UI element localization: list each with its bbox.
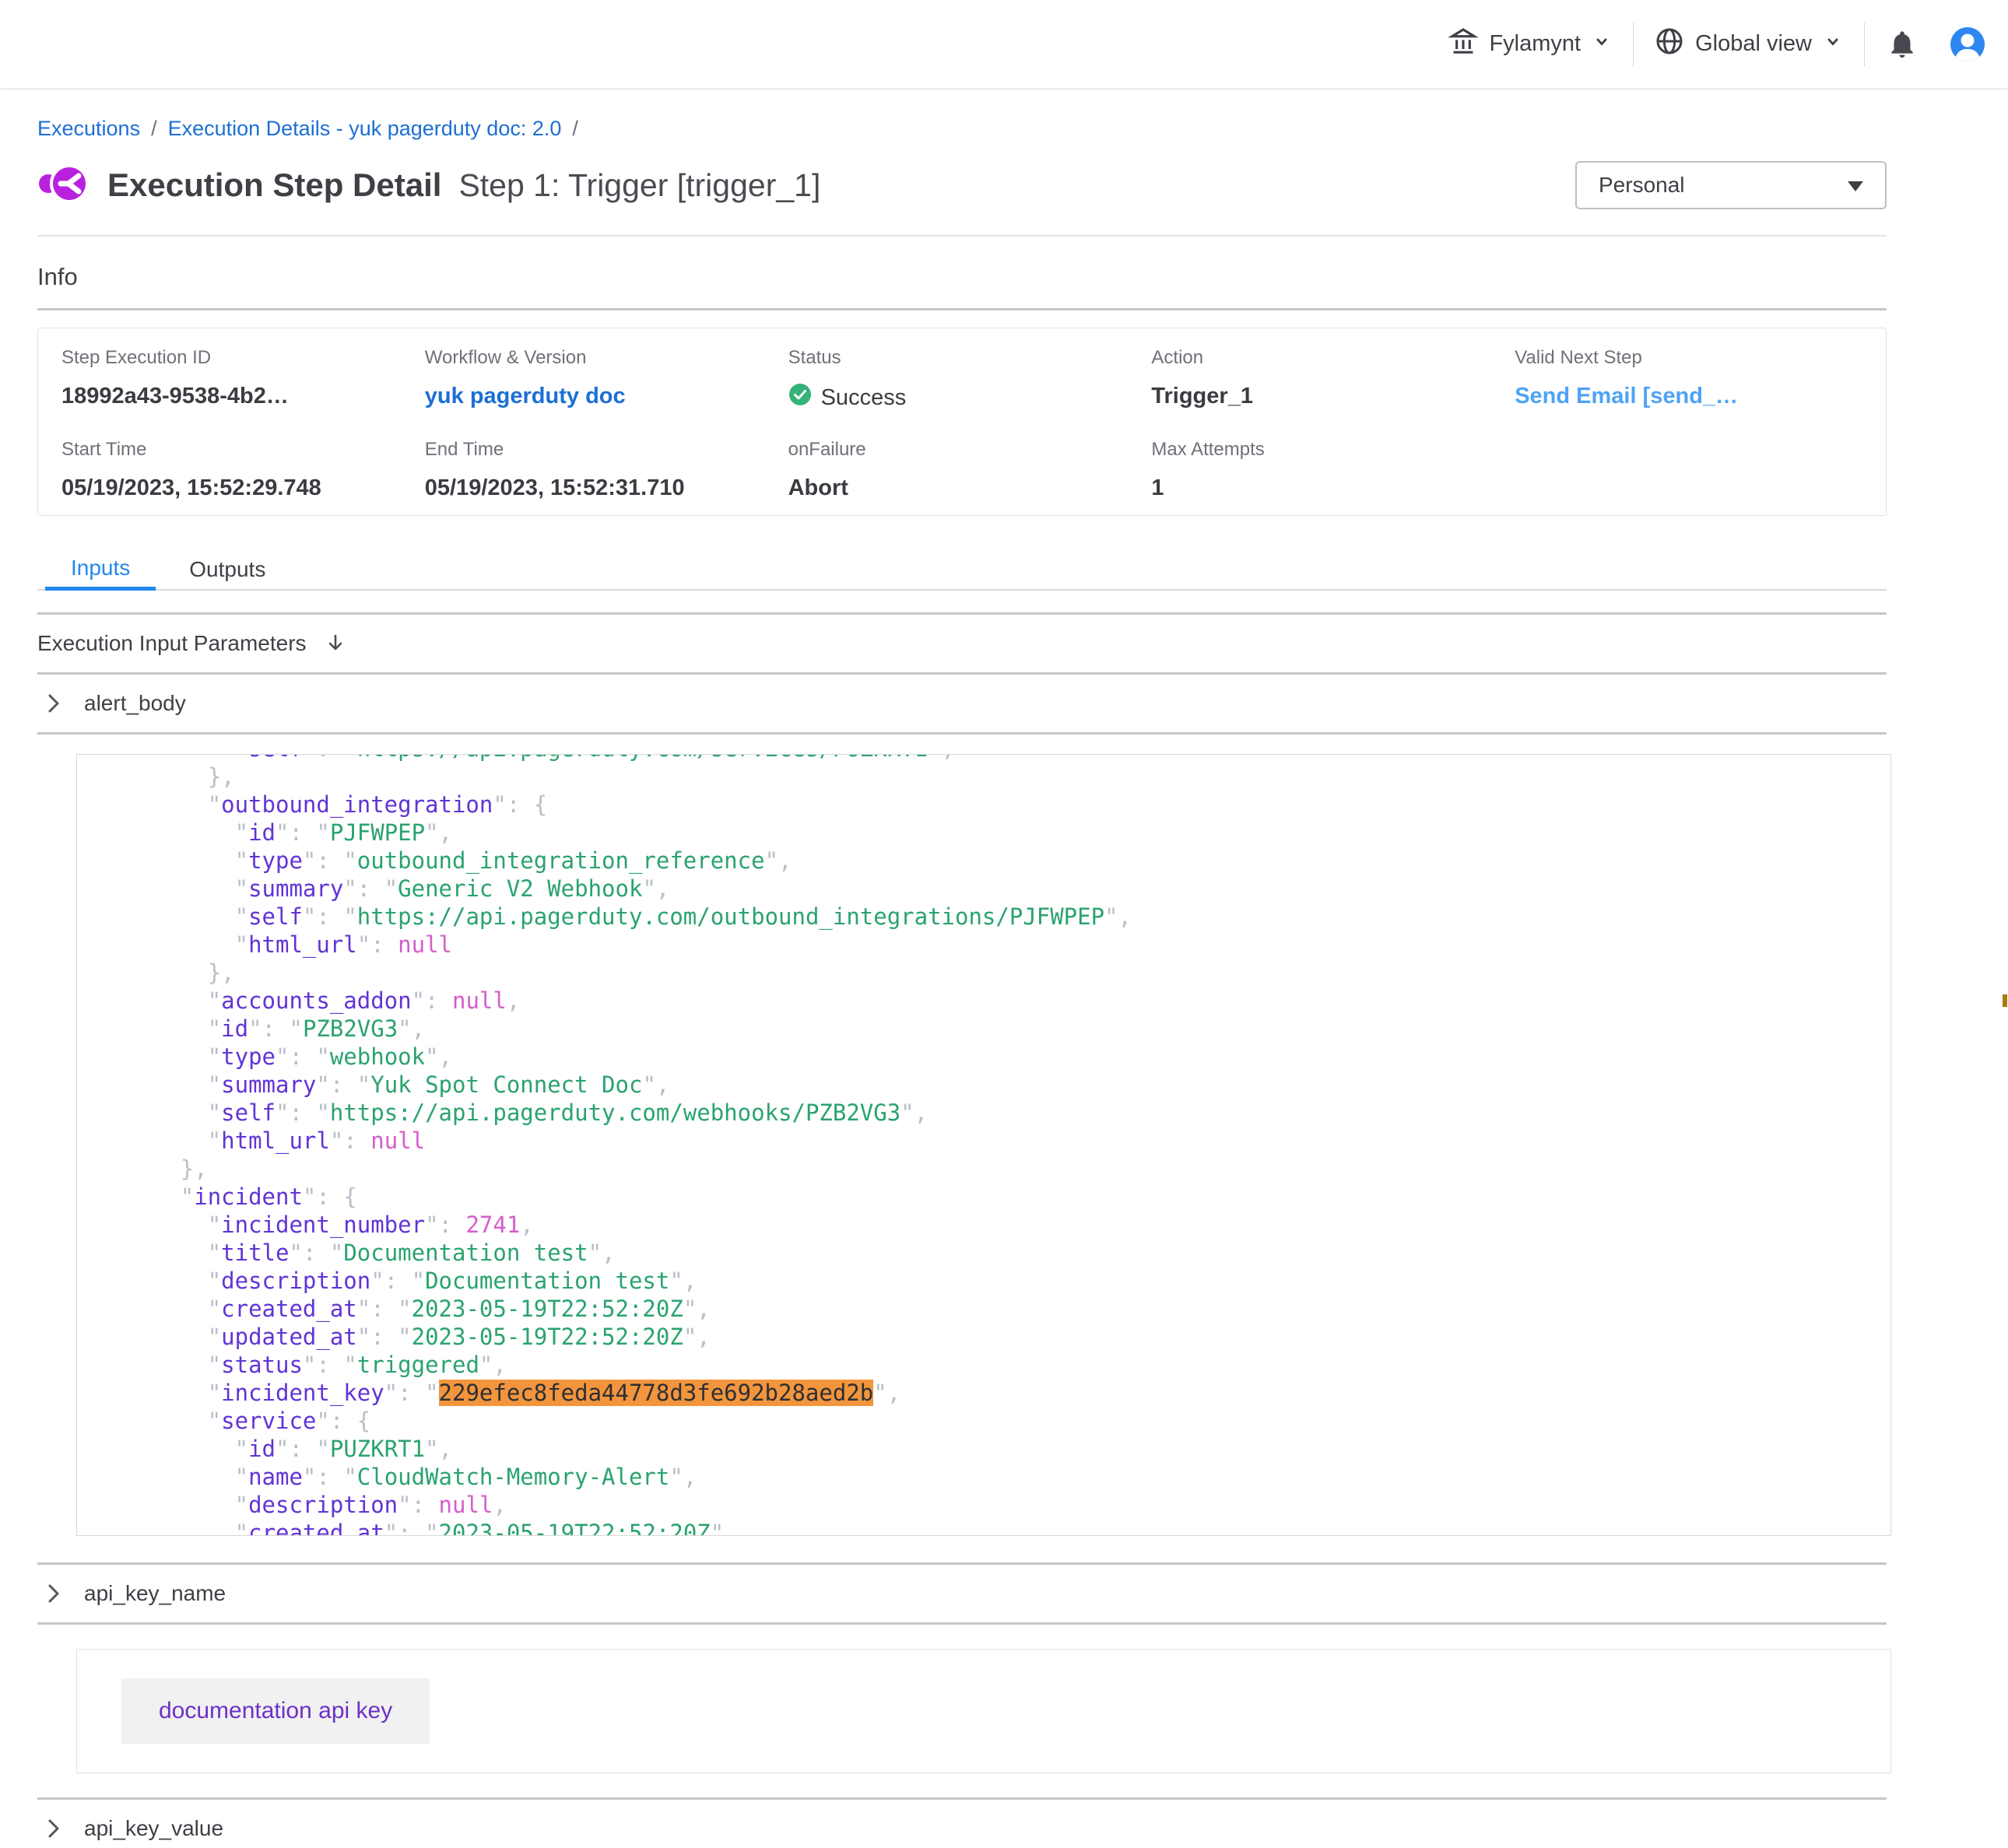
code-line: "html_url": null (99, 931, 1890, 959)
code-line: "self": "https://api.pagerduty.com/servi… (99, 754, 1890, 763)
code-line: "service": { (99, 1407, 1890, 1435)
code-line: "summary": "Generic V2 Webhook", (99, 875, 1890, 903)
code-line: "type": "outbound_integration_reference"… (99, 847, 1890, 875)
code-line: "updated_at": "2023-05-19T22:52:20Z", (99, 1323, 1890, 1351)
title-row: Execution Step Detail Step 1: Trigger [t… (37, 153, 1887, 218)
code-line: }, (99, 763, 1890, 791)
code-line: "title": "Documentation test", (99, 1239, 1890, 1267)
field-onfailure: onFailure Abort (788, 439, 1152, 501)
divider (37, 732, 1887, 735)
main-content: Executions / Execution Details - yuk pager… (37, 116, 1887, 1848)
api-key-name-chip: documentation api key (121, 1678, 430, 1744)
topbar: Fylamynt Global view (0, 0, 2008, 88)
topbar-divider (1633, 23, 1634, 66)
breadcrumb: Executions / Execution Details - yuk pager… (37, 116, 1887, 142)
workflow-link[interactable]: yuk pagerduty doc (425, 384, 626, 409)
code-line: "description": null, (99, 1491, 1890, 1519)
scrollbar-highlight-marker (2003, 994, 2007, 1007)
view-menu[interactable]: Global view (1654, 26, 1844, 63)
info-card: Step Execution ID 18992a43-9538-4b2… Wor… (37, 328, 1887, 516)
info-heading: Info (37, 263, 1887, 291)
globe-icon (1654, 26, 1685, 63)
code-line: "id": "PZB2VG3", (99, 1015, 1890, 1043)
breadcrumb-separator: / (572, 117, 578, 140)
bank-icon (1448, 26, 1479, 63)
api-key-name-value-panel: documentation api key (76, 1649, 1891, 1773)
success-check-icon (788, 383, 812, 412)
execution-input-parameters-header: Execution Input Parameters (37, 615, 1887, 672)
code-line: "accounts_addon": null, (99, 987, 1890, 1015)
scope-selector[interactable]: Personal (1575, 161, 1887, 209)
code-line: "incident": { (99, 1183, 1890, 1211)
field-workflow-version: Workflow & Version yuk pagerduty doc (425, 347, 788, 412)
breadcrumb-link-executions[interactable]: Executions (37, 117, 140, 140)
code-line: "self": "https://api.pagerduty.com/webho… (99, 1099, 1890, 1127)
org-menu[interactable]: Fylamynt (1448, 26, 1613, 63)
page-subtitle: Step 1: Trigger [trigger_1] (458, 167, 820, 204)
code-line: "html_url": null (99, 1127, 1890, 1155)
code-line: }, (99, 1155, 1890, 1183)
view-menu-label: Global view (1695, 31, 1812, 57)
chevron-right-icon (45, 1818, 62, 1839)
chevron-down-icon (1822, 30, 1844, 58)
scope-selector-value: Personal (1599, 173, 1685, 198)
download-icon[interactable] (324, 632, 347, 655)
section-api-key-name[interactable]: api_key_name (37, 1565, 1887, 1622)
chevron-right-icon (45, 1583, 62, 1604)
section-label: api_key_value (84, 1816, 223, 1841)
section-label: api_key_name (84, 1581, 226, 1606)
code-content: "self": "https://api.pagerduty.com/servi… (77, 754, 1890, 1536)
divider (37, 308, 1887, 310)
code-line: "summary": "Yuk Spot Connect Doc", (99, 1071, 1890, 1099)
tab-inputs[interactable]: Inputs (45, 549, 156, 591)
field-empty (1515, 439, 1878, 501)
chevron-right-icon (45, 693, 62, 714)
next-step-link[interactable]: Send Email [send_… (1515, 384, 1738, 409)
tab-bar: Inputs Outputs (37, 549, 1887, 591)
code-line: "created_at": "2023-05-19T22:52:20Z", (99, 1295, 1890, 1323)
code-line: "self": "https://api.pagerduty.com/outbo… (99, 903, 1890, 931)
page-title: Execution Step Detail (107, 167, 441, 204)
section-alert-body[interactable]: alert_body (37, 675, 1887, 732)
code-line: "name": "CloudWatch-Memory-Alert", (99, 1463, 1890, 1491)
field-step-execution-id: Step Execution ID 18992a43-9538-4b2… (61, 347, 425, 412)
org-menu-label: Fylamynt (1489, 31, 1581, 57)
divider (37, 1622, 1887, 1625)
breadcrumb-separator: / (151, 117, 157, 140)
code-line: "outbound_integration": { (99, 791, 1890, 819)
code-line: "type": "webhook", (99, 1043, 1890, 1071)
field-status: Status Success (788, 347, 1152, 412)
code-line: "incident_number": 2741, (99, 1211, 1890, 1239)
user-avatar[interactable] (1949, 26, 1986, 63)
workflow-logo-icon (37, 158, 89, 213)
breadcrumb-link-execution-details[interactable]: Execution Details - yuk pagerduty doc: 2… (168, 117, 562, 140)
code-line: "status": "triggered", (99, 1351, 1890, 1379)
chevron-down-icon (1591, 30, 1613, 58)
section-api-key-value[interactable]: api_key_value (37, 1800, 1887, 1848)
code-line: "description": "Documentation test", (99, 1267, 1890, 1295)
divider (37, 235, 1887, 237)
tab-outputs[interactable]: Outputs (163, 549, 291, 591)
section-label: alert_body (84, 691, 186, 716)
notifications-bell-icon[interactable] (1887, 29, 1918, 60)
code-line: "incident_key": "229efec8feda44778d3fe69… (99, 1379, 1890, 1407)
execution-input-parameters-label: Execution Input Parameters (37, 631, 307, 656)
topbar-divider (1864, 23, 1865, 66)
status-text: Success (821, 384, 907, 411)
execution-step-detail-page: Fylamynt Global view (0, 0, 2008, 1848)
field-start-time: Start Time 05/19/2023, 15:52:29.748 (61, 439, 425, 501)
code-line: "id": "PJFWPEP", (99, 819, 1890, 847)
alert-body-json-viewer[interactable]: "self": "https://api.pagerduty.com/servi… (76, 754, 1891, 1536)
field-max-attempts: Max Attempts 1 (1151, 439, 1515, 501)
field-end-time: End Time 05/19/2023, 15:52:31.710 (425, 439, 788, 501)
code-line: "id": "PUZKRT1", (99, 1435, 1890, 1463)
caret-down-icon (1848, 181, 1863, 191)
code-line: }, (99, 959, 1890, 987)
field-action: Action Trigger_1 (1151, 347, 1515, 412)
code-line: "created_at": "2023-05-19T22:52:20Z", (99, 1519, 1890, 1536)
field-valid-next-step: Valid Next Step Send Email [send_… (1515, 347, 1878, 412)
